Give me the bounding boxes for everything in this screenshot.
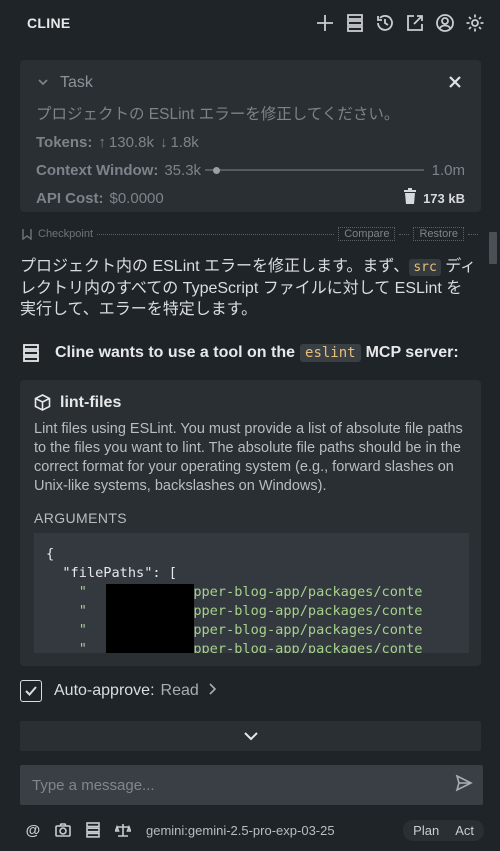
plan-mode-button[interactable]: Plan (405, 822, 447, 839)
bottom-toolbar: @ gemini:gemini-2.5-pro-exp-03-25 Plan A… (24, 819, 484, 841)
compare-button[interactable]: Compare (338, 227, 396, 241)
message-text: プロジェクト内の ESLint エラーを修正します。まず、 (20, 258, 410, 275)
tool-description: Lint files using ESLint. You must provid… (34, 421, 463, 494)
chevron-down-icon[interactable] (36, 75, 52, 91)
mcp-servers-icon[interactable] (344, 12, 366, 34)
task-header[interactable]: Task (60, 74, 447, 92)
tokens-up: 130.8k (108, 133, 154, 151)
task-size: 173 kB (423, 190, 465, 206)
task-text: プロジェクトの ESLint エラーを修正してください。 (36, 106, 400, 123)
server-icon (23, 344, 41, 362)
context-window-row: Context Window: 35.3k 1.0m (36, 160, 465, 180)
at-mention-icon[interactable]: @ (24, 821, 42, 839)
arguments-code-block: { "filePaths": [ " /sapper-blog-app/pack… (34, 533, 469, 653)
history-icon[interactable] (374, 12, 396, 34)
popout-icon[interactable] (404, 12, 426, 34)
checkpoint-label: Checkpoint (38, 228, 94, 240)
scrollbar[interactable] (489, 232, 497, 264)
tool-name: lint-files (60, 394, 122, 411)
camera-icon[interactable] (54, 821, 72, 839)
redacted-block (106, 584, 194, 653)
account-icon[interactable] (434, 12, 456, 34)
api-cost-label: API Cost: (36, 189, 104, 207)
expand-button[interactable] (20, 721, 481, 751)
arrow-down-icon: ↓ (159, 133, 168, 151)
app-title: CLINE (27, 15, 71, 31)
auto-approve-value: Read (160, 682, 199, 699)
restore-button[interactable]: Restore (413, 227, 464, 241)
settings-icon[interactable] (464, 12, 486, 34)
divider (97, 233, 335, 235)
tokens-down: 1.8k (170, 133, 199, 151)
message-input-container (20, 765, 483, 805)
assistant-message: プロジェクト内の ESLint エラーを修正します。まず、 src ディレクトリ内… (20, 256, 478, 320)
context-progress-knob (212, 166, 220, 174)
checkpoint-bar: Checkpoint Compare Restore (22, 226, 482, 242)
model-scale-icon[interactable] (114, 821, 132, 839)
close-icon[interactable] (447, 74, 465, 92)
api-cost-row: API Cost: $0.0000 173 kB (36, 188, 465, 208)
message-input[interactable] (32, 776, 455, 794)
task-card: Task プロジェクトの ESLint エラーを修正してください。 Tokens… (20, 60, 481, 212)
act-mode-button[interactable]: Act (447, 822, 482, 839)
model-selector[interactable]: gemini:gemini-2.5-pro-exp-03-25 (146, 823, 403, 838)
mcp-prefix: Cline wants to use a tool on the (55, 344, 296, 361)
context-progress-bar (205, 166, 424, 174)
mcp-request-header: Cline wants to use a tool on the eslint … (20, 342, 480, 364)
context-used: 35.3k (164, 161, 202, 179)
api-cost-value: $0.0000 (109, 189, 164, 207)
mode-toggle[interactable]: Plan Act (403, 819, 484, 841)
auto-approve-label: Auto-approve: (54, 682, 155, 699)
send-icon[interactable] (455, 774, 473, 796)
chevron-down-icon (243, 732, 258, 741)
arguments-label: ARGUMENTS (34, 510, 128, 526)
divider (468, 233, 478, 235)
tool-card: lint-files Lint files using ESLint. You … (20, 380, 481, 666)
bookmark-icon (22, 228, 32, 241)
inline-code: src (409, 259, 441, 276)
arrow-up-icon: ↑ (98, 133, 106, 151)
tokens-label: Tokens: (36, 133, 93, 151)
context-label: Context Window: (36, 161, 159, 179)
divider (399, 233, 410, 235)
mcp-suffix: MCP server: (365, 344, 459, 361)
plus-icon[interactable] (314, 12, 336, 34)
code-line: "filePaths": [ (46, 565, 177, 581)
cube-icon (34, 394, 52, 412)
auto-approve-row[interactable]: Auto-approve: Read (20, 680, 217, 702)
mcp-server-name: eslint (300, 344, 361, 362)
context-max: 1.0m (431, 161, 465, 179)
mcp-servers-icon[interactable] (84, 821, 102, 839)
auto-approve-checkbox[interactable] (20, 680, 42, 702)
tokens-row: Tokens: ↑ 130.8k ↓ 1.8k (36, 132, 465, 152)
trash-icon[interactable] (403, 188, 417, 208)
code-line: { (46, 546, 55, 562)
chevron-right-icon[interactable] (199, 682, 217, 700)
top-bar: CLINE (0, 0, 500, 46)
